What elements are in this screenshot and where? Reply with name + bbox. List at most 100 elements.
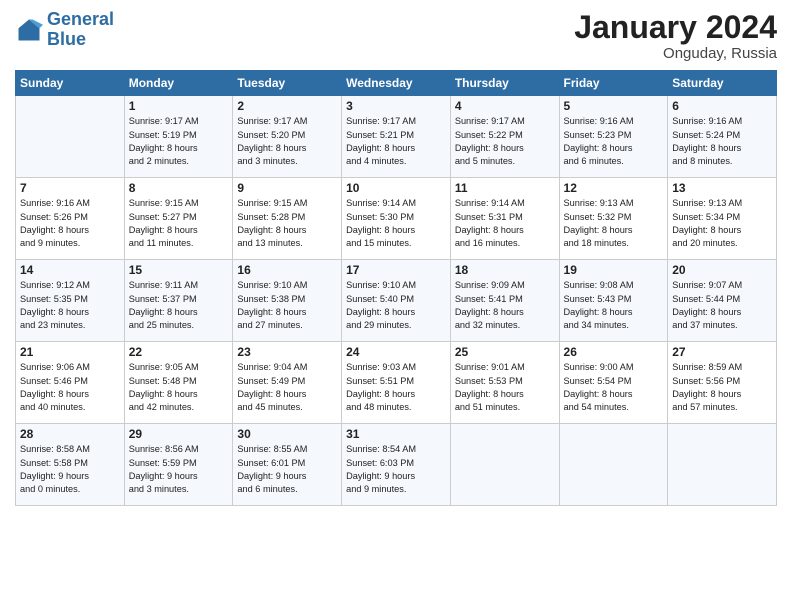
column-header-friday: Friday	[559, 71, 668, 96]
day-number: 12	[564, 181, 664, 195]
calendar-cell: 10 Sunrise: 9:14 AMSunset: 5:30 PMDayligh…	[342, 178, 451, 260]
calendar-cell: 9Sunrise: 9:15 AMSunset: 5:28 PMDaylight…	[233, 178, 342, 260]
calendar-cell	[668, 424, 777, 506]
day-info: Sunrise: 9:10 AMSunset: 5:38 PMDaylight:…	[237, 279, 337, 332]
day-number: 7	[20, 181, 120, 195]
location: Onguday, Russia	[574, 45, 777, 62]
day-number: 3	[346, 99, 446, 113]
calendar-cell: 8 Sunrise: 9:15 AMSunset: 5:27 PMDaylight…	[124, 178, 233, 260]
day-info: Sunrise: 9:15 AMSunset: 5:27 PMDaylight:…	[129, 197, 229, 250]
page-header: General Blue January 2024 Onguday, Russi…	[15, 10, 777, 62]
day-number: 30	[237, 427, 337, 441]
day-number: 25	[455, 345, 555, 359]
calendar-cell: 15Sunrise: 9:11 AMSunset: 5:37 PMDayligh…	[124, 260, 233, 342]
calendar-cell	[559, 424, 668, 506]
calendar-table: SundayMondayTuesdayWednesdayThursdayFrid…	[15, 70, 777, 506]
day-info: Sunrise: 9:00 AMSunset: 5:54 PMDaylight:…	[564, 361, 664, 414]
day-number: 1	[129, 99, 229, 113]
day-info: Sunrise: 9:13 AMSunset: 5:34 PMDaylight:…	[672, 197, 772, 250]
calendar-cell: 16 Sunrise: 9:10 AMSunset: 5:38 PMDayligh…	[233, 260, 342, 342]
day-info: Sunrise: 9:11 AMSunset: 5:37 PMDaylight:…	[129, 279, 229, 332]
day-number: 23	[237, 345, 337, 359]
day-number: 29	[129, 427, 229, 441]
day-number: 2	[237, 99, 337, 113]
day-info: Sunrise: 9:08 AMSunset: 5:43 PMDaylight:…	[564, 279, 664, 332]
calendar-cell: 23Sunrise: 9:04 AMSunset: 5:49 PMDayligh…	[233, 342, 342, 424]
calendar-week-row: 1 Sunrise: 9:17 AMSunset: 5:19 PMDaylight…	[16, 96, 777, 178]
calendar-cell: 13 Sunrise: 9:13 AMSunset: 5:34 PMDayligh…	[668, 178, 777, 260]
day-info: Sunrise: 8:54 AMSunset: 6:03 PMDaylight:…	[346, 443, 446, 496]
day-info: Sunrise: 9:16 AMSunset: 5:24 PMDaylight:…	[672, 115, 772, 168]
calendar-cell: 28Sunrise: 8:58 AMSunset: 5:58 PMDayligh…	[16, 424, 125, 506]
day-info: Sunrise: 9:07 AMSunset: 5:44 PMDaylight:…	[672, 279, 772, 332]
day-info: Sunrise: 9:03 AMSunset: 5:51 PMDaylight:…	[346, 361, 446, 414]
day-info: Sunrise: 9:01 AMSunset: 5:53 PMDaylight:…	[455, 361, 555, 414]
calendar-cell: 6 Sunrise: 9:16 AMSunset: 5:24 PMDaylight…	[668, 96, 777, 178]
calendar-cell: 20Sunrise: 9:07 AMSunset: 5:44 PMDayligh…	[668, 260, 777, 342]
calendar-cell: 14 Sunrise: 9:12 AMSunset: 5:35 PMDayligh…	[16, 260, 125, 342]
calendar-header-row: SundayMondayTuesdayWednesdayThursdayFrid…	[16, 71, 777, 96]
month-title: January 2024	[574, 10, 777, 45]
calendar-week-row: 21 Sunrise: 9:06 AMSunset: 5:46 PMDayligh…	[16, 342, 777, 424]
column-header-tuesday: Tuesday	[233, 71, 342, 96]
day-number: 31	[346, 427, 446, 441]
day-info: Sunrise: 8:58 AMSunset: 5:58 PMDaylight:…	[20, 443, 120, 496]
calendar-cell: 4 Sunrise: 9:17 AMSunset: 5:22 PMDaylight…	[450, 96, 559, 178]
calendar-cell: 12 Sunrise: 9:13 AMSunset: 5:32 PMDayligh…	[559, 178, 668, 260]
day-number: 21	[20, 345, 120, 359]
day-number: 27	[672, 345, 772, 359]
day-info: Sunrise: 8:55 AMSunset: 6:01 PMDaylight:…	[237, 443, 337, 496]
column-header-monday: Monday	[124, 71, 233, 96]
column-header-saturday: Saturday	[668, 71, 777, 96]
day-number: 17	[346, 263, 446, 277]
day-number: 8	[129, 181, 229, 195]
calendar-cell: 25 Sunrise: 9:01 AMSunset: 5:53 PMDayligh…	[450, 342, 559, 424]
calendar-cell: 31 Sunrise: 8:54 AMSunset: 6:03 PMDayligh…	[342, 424, 451, 506]
calendar-week-row: 14 Sunrise: 9:12 AMSunset: 5:35 PMDayligh…	[16, 260, 777, 342]
day-info: Sunrise: 9:14 AMSunset: 5:30 PMDaylight:…	[346, 197, 446, 250]
calendar-cell: 17 Sunrise: 9:10 AMSunset: 5:40 PMDayligh…	[342, 260, 451, 342]
day-info: Sunrise: 9:13 AMSunset: 5:32 PMDaylight:…	[564, 197, 664, 250]
column-header-thursday: Thursday	[450, 71, 559, 96]
day-info: Sunrise: 9:09 AMSunset: 5:41 PMDaylight:…	[455, 279, 555, 332]
calendar-cell: 19 Sunrise: 9:08 AMSunset: 5:43 PMDayligh…	[559, 260, 668, 342]
day-number: 6	[672, 99, 772, 113]
day-info: Sunrise: 9:17 AMSunset: 5:21 PMDaylight:…	[346, 115, 446, 168]
calendar-week-row: 7 Sunrise: 9:16 AMSunset: 5:26 PMDaylight…	[16, 178, 777, 260]
calendar-cell: 11 Sunrise: 9:14 AMSunset: 5:31 PMDayligh…	[450, 178, 559, 260]
calendar-cell: 29 Sunrise: 8:56 AMSunset: 5:59 PMDayligh…	[124, 424, 233, 506]
calendar-cell: 2 Sunrise: 9:17 AMSunset: 5:20 PMDaylight…	[233, 96, 342, 178]
day-info: Sunrise: 9:17 AMSunset: 5:22 PMDaylight:…	[455, 115, 555, 168]
day-number: 4	[455, 99, 555, 113]
calendar-cell: 26Sunrise: 9:00 AMSunset: 5:54 PMDayligh…	[559, 342, 668, 424]
calendar-cell: 3 Sunrise: 9:17 AMSunset: 5:21 PMDaylight…	[342, 96, 451, 178]
day-number: 14	[20, 263, 120, 277]
calendar-cell: 24Sunrise: 9:03 AMSunset: 5:51 PMDayligh…	[342, 342, 451, 424]
day-number: 11	[455, 181, 555, 195]
calendar-cell: 7 Sunrise: 9:16 AMSunset: 5:26 PMDaylight…	[16, 178, 125, 260]
day-number: 5	[564, 99, 664, 113]
day-info: Sunrise: 9:17 AMSunset: 5:20 PMDaylight:…	[237, 115, 337, 168]
day-info: Sunrise: 9:06 AMSunset: 5:46 PMDaylight:…	[20, 361, 120, 414]
day-info: Sunrise: 9:16 AMSunset: 5:23 PMDaylight:…	[564, 115, 664, 168]
day-info: Sunrise: 9:12 AMSunset: 5:35 PMDaylight:…	[20, 279, 120, 332]
logo-text: General Blue	[47, 10, 114, 50]
column-header-sunday: Sunday	[16, 71, 125, 96]
calendar-cell: 1 Sunrise: 9:17 AMSunset: 5:19 PMDaylight…	[124, 96, 233, 178]
day-info: Sunrise: 9:17 AMSunset: 5:19 PMDaylight:…	[129, 115, 229, 168]
day-info: Sunrise: 8:56 AMSunset: 5:59 PMDaylight:…	[129, 443, 229, 496]
calendar-week-row: 28Sunrise: 8:58 AMSunset: 5:58 PMDayligh…	[16, 424, 777, 506]
day-number: 10	[346, 181, 446, 195]
day-info: Sunrise: 9:16 AMSunset: 5:26 PMDaylight:…	[20, 197, 120, 250]
calendar-cell	[16, 96, 125, 178]
day-number: 19	[564, 263, 664, 277]
calendar-cell: 22Sunrise: 9:05 AMSunset: 5:48 PMDayligh…	[124, 342, 233, 424]
day-info: Sunrise: 9:10 AMSunset: 5:40 PMDaylight:…	[346, 279, 446, 332]
day-info: Sunrise: 9:14 AMSunset: 5:31 PMDaylight:…	[455, 197, 555, 250]
day-number: 16	[237, 263, 337, 277]
day-number: 13	[672, 181, 772, 195]
calendar-cell: 18Sunrise: 9:09 AMSunset: 5:41 PMDayligh…	[450, 260, 559, 342]
logo-icon	[15, 16, 43, 44]
calendar-cell: 5 Sunrise: 9:16 AMSunset: 5:23 PMDaylight…	[559, 96, 668, 178]
logo: General Blue	[15, 10, 114, 50]
